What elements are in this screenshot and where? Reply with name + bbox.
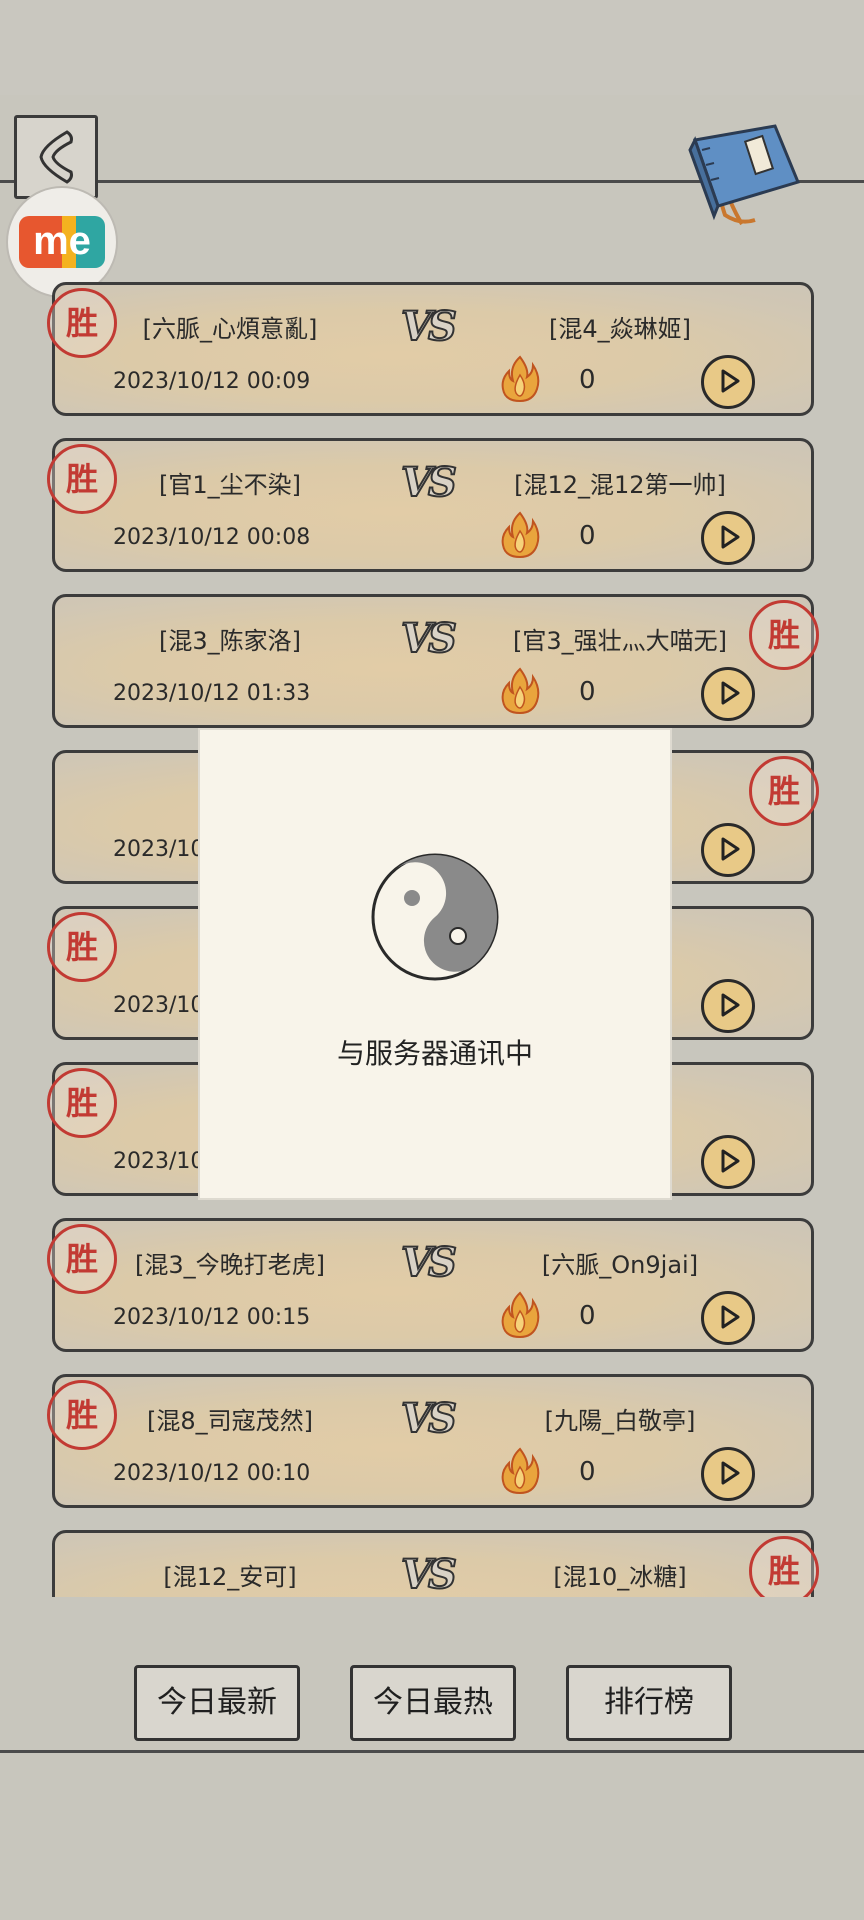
- play-icon: [721, 993, 740, 1017]
- play-icon: [721, 1461, 740, 1485]
- me-logo-text: me: [33, 219, 91, 263]
- left-player-name: [官1_尘不染]: [159, 471, 301, 499]
- right-player-name: [九陽_白敬亭]: [544, 1407, 696, 1435]
- match-time: 2023/10/12 01:33: [113, 681, 311, 706]
- match-time: 2023/10: [113, 993, 205, 1018]
- left-player-name: [混8_司寇茂然]: [147, 1407, 313, 1435]
- heat-count: 0: [579, 1457, 596, 1487]
- play-button[interactable]: [701, 511, 755, 565]
- play-button[interactable]: [701, 1447, 755, 1501]
- vs-label: VS: [400, 1238, 458, 1287]
- right-player-name: [混10_冰糖]: [553, 1563, 687, 1591]
- play-button[interactable]: [701, 667, 755, 721]
- tab-today-hottest[interactable]: 今日最热: [350, 1665, 516, 1741]
- heat-count: 0: [579, 521, 596, 551]
- heat-count: 0: [579, 677, 596, 707]
- flame-icon: [501, 1291, 540, 1339]
- right-player-name: [六脈_On9jai]: [541, 1251, 699, 1279]
- me-logo-badge: me: [19, 216, 105, 268]
- match-card[interactable]: 胜 [混3_今晚打老虎] VS [六脈_On9jai] 2023/10/12 0…: [47, 1218, 814, 1352]
- play-button[interactable]: [701, 1135, 755, 1189]
- vs-label: VS: [400, 458, 458, 507]
- left-player-name: [混12_安可]: [163, 1563, 297, 1591]
- chevron-left-icon: [39, 130, 73, 184]
- me-logo[interactable]: me: [8, 188, 116, 296]
- yin-yang-icon: [371, 853, 499, 981]
- match-time: 2023/10/12 00:08: [113, 525, 311, 550]
- left-player-name: [混3_今晚打老虎]: [135, 1251, 325, 1279]
- flame-icon: [501, 1447, 540, 1495]
- match-time: 2023/10: [113, 1149, 205, 1174]
- vs-label: VS: [400, 1394, 458, 1443]
- match-time: 2023/10/12 00:10: [113, 1461, 311, 1486]
- right-player-name: [混4_焱琳姬]: [549, 315, 691, 343]
- match-time: 2023/10: [113, 837, 205, 862]
- heat-count: 0: [579, 365, 596, 395]
- play-icon: [721, 525, 740, 549]
- vs-label: VS: [400, 302, 458, 351]
- heat-count: 0: [579, 1301, 596, 1331]
- left-player-name: [混3_陈家洛]: [159, 627, 301, 655]
- play-button[interactable]: [701, 823, 755, 877]
- vs-label: VS: [400, 614, 458, 663]
- win-seal: 胜: [749, 600, 819, 670]
- left-player-name: [六脈_心煩意亂]: [142, 315, 318, 343]
- book-icon[interactable]: [680, 120, 810, 230]
- flame-icon: [501, 355, 540, 403]
- win-seal: 胜: [749, 756, 819, 826]
- tab-leaderboard[interactable]: 排行榜: [566, 1665, 732, 1741]
- play-icon: [721, 1149, 740, 1173]
- match-card[interactable]: 胜 [混8_司寇茂然] VS [九陽_白敬亭] 2023/10/12 00:10…: [47, 1374, 814, 1508]
- play-icon: [721, 681, 740, 705]
- play-icon: [721, 1305, 740, 1329]
- play-button[interactable]: [701, 979, 755, 1033]
- footer-divider: [0, 1750, 864, 1753]
- right-player-name: [官3_强壮灬大喵无]: [513, 627, 727, 655]
- flame-icon: [501, 667, 540, 715]
- play-button[interactable]: [701, 1291, 755, 1345]
- match-time: 2023/10/12 00:09: [113, 369, 311, 394]
- vs-label: VS: [400, 1550, 458, 1597]
- back-button[interactable]: [14, 115, 98, 199]
- win-seal: 胜: [749, 1536, 819, 1597]
- right-player-name: [混12_混12第一帅]: [514, 471, 726, 499]
- play-icon: [721, 837, 740, 861]
- match-time: 2023/10/12 00:15: [113, 1305, 311, 1330]
- match-card[interactable]: 胜 [混12_安可] VS [混10_冰糖]: [52, 1530, 819, 1597]
- loading-dialog: 与服务器通讯中: [198, 728, 672, 1200]
- play-icon: [721, 369, 740, 393]
- flame-icon: [501, 511, 540, 559]
- match-card[interactable]: 胜 [官1_尘不染] VS [混12_混12第一帅] 2023/10/12 00…: [47, 438, 814, 572]
- play-button[interactable]: [701, 355, 755, 409]
- loading-message: 与服务器通讯中: [336, 1037, 533, 1070]
- tab-today-latest[interactable]: 今日最新: [134, 1665, 300, 1741]
- match-card[interactable]: 胜 [混3_陈家洛] VS [官3_强壮灬大喵无] 2023/10/12 01:…: [52, 594, 819, 728]
- match-card[interactable]: 胜 [六脈_心煩意亂] VS [混4_焱琳姬] 2023/10/12 00:09…: [47, 282, 814, 416]
